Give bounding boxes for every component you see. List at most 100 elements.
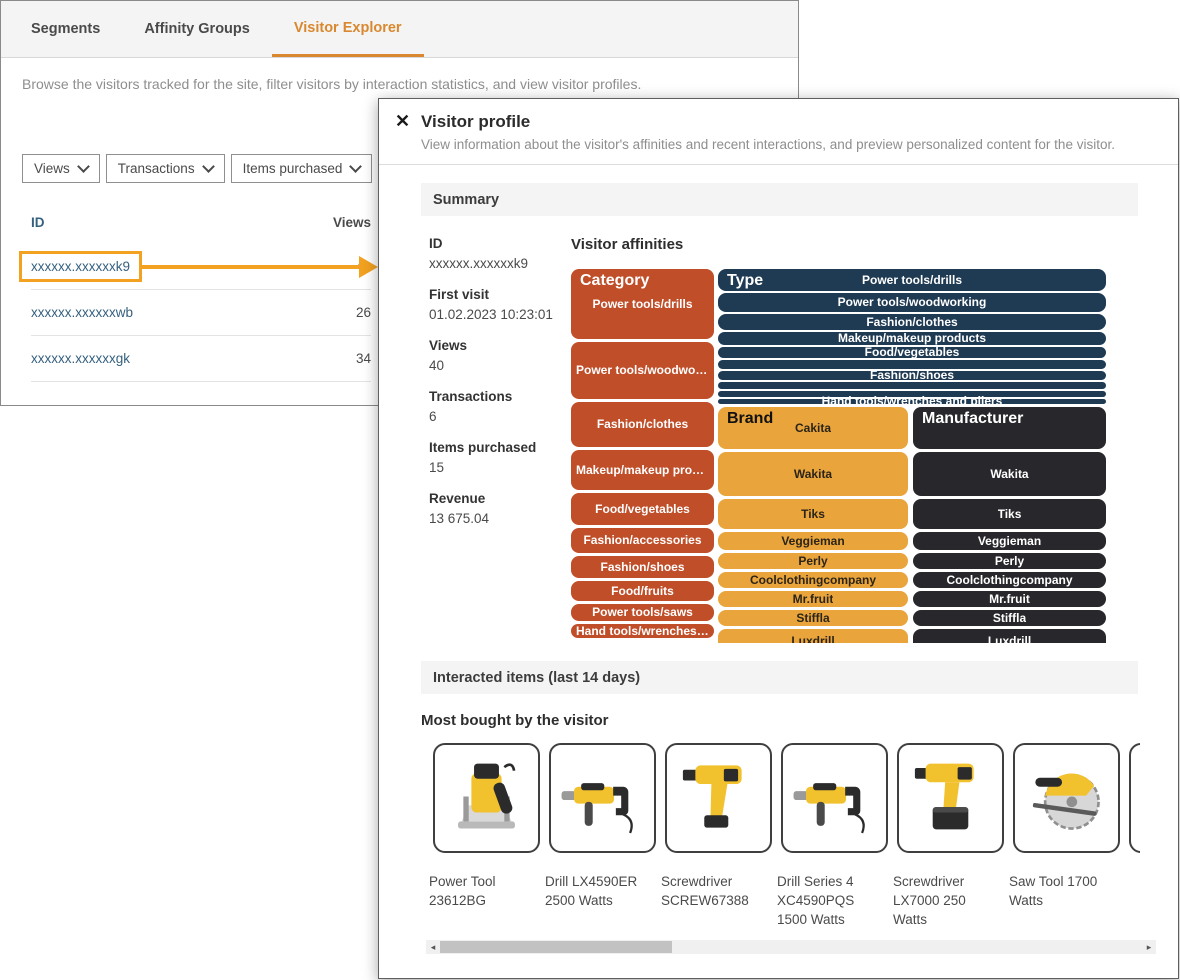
brand-bar: BrandCakita (718, 407, 908, 449)
scroll-left-icon[interactable]: ◂ (426, 940, 440, 954)
brand-bar: Perly (718, 553, 908, 569)
field-views: Views 40 (429, 338, 571, 373)
manufacturer-chart-header: Manufacturer (922, 410, 1023, 428)
bar-label: Makeup/makeup products (576, 464, 709, 477)
product-card[interactable] (897, 743, 1004, 853)
product-name: Power Tool 23612BG (429, 872, 536, 934)
bar-label: Power tools/saws (592, 606, 693, 619)
product-card-partial[interactable] (1129, 743, 1140, 853)
product-card[interactable] (1013, 743, 1120, 853)
hammer-drill-image (558, 752, 647, 846)
column-header-id: ID (31, 215, 311, 230)
bar-label: Luxdrill (791, 635, 834, 644)
manufacturer-bar: Veggieman (913, 532, 1106, 550)
category-bar: Fashion/accessories (571, 528, 714, 553)
dialog-header: ✕ Visitor profile View information about… (379, 99, 1178, 165)
summary-fields: ID xxxxxx.xxxxxxk9 First visit 01.02.202… (421, 236, 571, 643)
filter-items-purchased-label: Items purchased (243, 161, 343, 176)
bar-label: Power tools/drills (592, 298, 692, 311)
type-bar (718, 360, 1106, 369)
scrollbar-thumb[interactable] (440, 941, 672, 953)
visitor-table: ID Views xxxxxx.xxxxxxk9 40 xxxxxx.xxxxx… (31, 211, 371, 382)
type-bar: Food/vegetables (718, 347, 1106, 358)
explorer-description: Browse the visitors tracked for the site… (22, 76, 798, 92)
field-value: 40 (429, 358, 571, 373)
type-bar: Fashion/clothes (718, 314, 1106, 330)
field-items-purchased: Items purchased 15 (429, 440, 571, 475)
visitor-id-link[interactable]: xxxxxx.xxxxxxwb (31, 305, 311, 320)
filter-views[interactable]: Views (22, 154, 100, 183)
table-header: ID Views (31, 211, 371, 244)
close-icon[interactable]: ✕ (395, 112, 410, 130)
table-row[interactable]: xxxxxx.xxxxxxwb 26 (31, 290, 371, 336)
product-name: Drill LX4590ER 2500 Watts (545, 872, 652, 934)
category-bar: Food/vegetables (571, 493, 714, 525)
bar-label: Power tools/drills (862, 274, 962, 287)
table-row[interactable]: xxxxxx.xxxxxxgk 34 (31, 336, 371, 382)
cordless-screwdriver-image (674, 752, 763, 846)
category-affinity-chart: CategoryPower tools/drillsPower tools/wo… (571, 269, 714, 643)
filter-items-purchased[interactable]: Items purchased (231, 154, 373, 183)
brand-bar: Tiks (718, 499, 908, 529)
product-name: Saw Tool 1700 Watts (1009, 872, 1116, 934)
visitor-id-link[interactable]: xxxxxx.xxxxxxgk (31, 351, 311, 366)
horizontal-scrollbar[interactable]: ◂ ▸ (426, 940, 1156, 954)
field-id: ID xxxxxx.xxxxxxk9 (429, 236, 571, 271)
product-card[interactable] (549, 743, 656, 853)
manufacturer-bar: Stiffla (913, 610, 1106, 626)
category-bar: Fashion/shoes (571, 556, 714, 578)
hammer-drill-image (790, 752, 879, 846)
product-name: Screwdriver LX7000 250 Watts (893, 872, 1000, 934)
selected-visitor-id-link[interactable]: xxxxxx.xxxxxxk9 (19, 251, 142, 282)
dialog-body: Summary ID xxxxxx.xxxxxxk9 First visit 0… (379, 183, 1178, 954)
brand-bar: Stiffla (718, 610, 908, 626)
summary-section: ID xxxxxx.xxxxxxk9 First visit 01.02.202… (421, 236, 1138, 643)
table-row[interactable]: xxxxxx.xxxxxxk9 40 (31, 244, 371, 290)
bar-label: Fashion/shoes (870, 369, 954, 382)
visitor-profile-dialog: ✕ Visitor profile View information about… (378, 98, 1179, 979)
bar-label: Coolclothingcompany (750, 574, 876, 587)
category-bar: Power tools/saws (571, 604, 714, 621)
field-value: xxxxxx.xxxxxxk9 (429, 256, 571, 271)
bar-label: Mr.fruit (793, 593, 834, 606)
brand-bar: Mr.fruit (718, 591, 908, 607)
category-bar: Makeup/makeup products (571, 450, 714, 490)
bar-label: Power tools/woodworking (838, 296, 987, 309)
product-card[interactable] (781, 743, 888, 853)
circular-saw-image (1022, 752, 1111, 846)
scrollbar-track[interactable] (440, 940, 1142, 954)
views-value: 26 (311, 305, 371, 320)
manufacturer-bar: Mr.fruit (913, 591, 1106, 607)
charts-right-block: TypePower tools/drillsPower tools/woodwo… (718, 269, 1106, 643)
product-cards-viewport (433, 743, 1140, 853)
field-label: Transactions (429, 389, 571, 404)
chevron-down-icon (202, 160, 215, 173)
type-bar: Power tools/woodworking (718, 293, 1106, 312)
tab-segments[interactable]: Segments (9, 1, 122, 57)
product-card[interactable] (433, 743, 540, 853)
field-value: 15 (429, 460, 571, 475)
summary-section-header: Summary (421, 183, 1138, 216)
bar-label: Tiks (801, 508, 825, 521)
bar-label: Cakita (795, 422, 831, 435)
category-bar: Food/fruits (571, 581, 714, 601)
filter-transactions[interactable]: Transactions (106, 154, 225, 183)
manufacturer-affinity-chart: ManufacturerWakitaTiksVeggiemanPerlyCool… (913, 407, 1106, 643)
bar-label: Hand tools/wrenches and pliers (576, 625, 709, 638)
product-card[interactable] (665, 743, 772, 853)
bar-label: Fashion/shoes (600, 561, 684, 574)
category-bar: Hand tools/wrenches and pliers (571, 624, 714, 638)
bar-label: Veggieman (978, 535, 1041, 548)
tab-visitor-explorer[interactable]: Visitor Explorer (272, 1, 424, 57)
field-label: ID (429, 236, 571, 251)
column-header-views: Views (311, 215, 371, 230)
selection-arrow-line (139, 265, 359, 269)
scroll-right-icon[interactable]: ▸ (1142, 940, 1156, 954)
visitor-affinities-section: Visitor affinities CategoryPower tools/d… (571, 236, 1138, 643)
field-revenue: Revenue 13 675.04 (429, 491, 571, 526)
tab-affinity-groups[interactable]: Affinity Groups (122, 1, 272, 57)
bar-label: Makeup/makeup products (838, 332, 986, 345)
field-first-visit: First visit 01.02.2023 10:23:01 (429, 287, 571, 322)
bar-label: Wakita (794, 468, 832, 481)
type-bar: Fashion/shoes (718, 371, 1106, 380)
